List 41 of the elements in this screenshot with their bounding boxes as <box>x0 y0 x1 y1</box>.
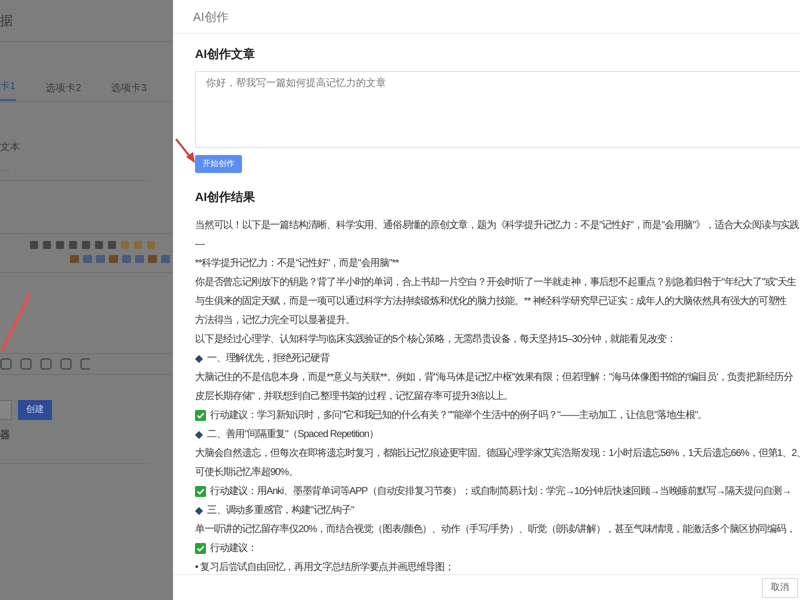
article-text: 与生俱来的固定天赋，而是一项可以通过科学方法持续锻炼和优化的脑力技能。** 神经科学研究早已证实：成年人的大脑依然具有强大的可塑性 <box>195 294 787 309</box>
article-text: 三、调动多重感官，构建"记忆钩子" <box>207 504 354 518</box>
checkmark-icon <box>195 543 206 554</box>
article-text: 当然可以！以下是一篇结构清晰、科学实用、通俗易懂的原创文章，题为《科学提升记忆力：不是"记性好"，而是"会用脑"》，适合大众阅读与实践 <box>195 218 799 233</box>
cancel-button[interactable]: 取消 <box>762 578 798 598</box>
article-text: 可使长期记忆率超90%。 <box>195 466 298 480</box>
tab[interactable]: 选项卡2 <box>46 81 82 101</box>
tab[interactable]: 选项卡3 <box>111 81 147 101</box>
article-text: 行动建议：学习新知识时，多问"它和我已知的什么有关？""能举个生活中的例子吗？"——主动加工，让信息"落地生根"。 <box>210 408 708 423</box>
article-text: 二、善用"间隔重复"（Spaced Repetition） <box>207 428 378 442</box>
field-label: 器 <box>0 428 10 443</box>
article-text: 行动建议： <box>210 542 258 556</box>
annotation-arrow-drawing <box>175 138 197 164</box>
section-heading: AI创作结果 <box>195 189 255 206</box>
diamond-icon <box>195 354 203 362</box>
article-text: — <box>195 238 204 252</box>
article-text: 大脑记住的不是信息本身，而是**意义与关联**。例如，背"海马体是记忆中枢"效果有限；但若理解："海马体像图书馆的'编目员'，负责把新经历分 <box>195 370 794 385</box>
text-field[interactable]: … <box>0 161 150 181</box>
drawer-title: AI创作 <box>193 8 228 26</box>
article-text: 单一听讲的记忆留存率仅20%，而结合视觉（图表/颜色）、动作（手写/手势）、听觉（朗读/讲解），甚至气味/情境，能激活多个脑区协同编码， <box>195 522 796 537</box>
article-text: 以下是经过心理学、认知科学与临床实践验证的5个核心策略，无需昂贵设备，每天坚持15–30分钟，就能看见改变： <box>195 332 676 347</box>
section-heading: AI创作文章 <box>195 46 255 63</box>
article-text: 你是否曾忘记刚放下的钥匙？背了半小时的单词，合上书却一片空白？开会时听了一半就走神，事后想不起重点？别急着归咎于"年纪大了"或"天生 <box>195 276 796 290</box>
article-text: • 复习后尝试自由回忆，再用文字总结所学要点并画思维导图； <box>195 560 454 575</box>
tab[interactable]: 卡1 <box>0 79 16 101</box>
article-text: 一、理解优先，拒绝死记硬背 <box>207 352 330 366</box>
form-button[interactable]: 创建 <box>18 400 52 420</box>
field-label: 文本 <box>0 140 21 155</box>
checkmark-icon <box>195 410 206 421</box>
diamond-icon <box>195 506 203 514</box>
blank-button[interactable] <box>0 400 12 420</box>
article-text: 皮层长期存储"，并联想到自己整理书架的过程，记忆留存率可提升3倍以上。 <box>195 390 514 404</box>
article-text: 方法得当，记忆力完全可以显著提升。 <box>195 314 355 328</box>
diamond-icon <box>195 430 203 438</box>
start-button[interactable]: 开始创作 <box>195 155 242 173</box>
article-text: 行动建议：用Anki、墨墨背单词等APP（自动安排复习节奏）；或自制简易计划：学完→10分钟后快速回顾→当晚睡前默写→隔天提问自测→ <box>210 484 791 499</box>
prompt-textarea[interactable]: 你好，帮我写一篇如何提高记忆力的文章 <box>195 71 800 148</box>
article-text: 大脑会自然遗忘，但每次在即将遗忘时复习，都能让记忆痕迹更牢固。德国心理学家艾宾浩斯发现：1小时后遗忘56%，1天后遗忘66%，但第1、2、 <box>195 446 800 461</box>
page-title: 据 <box>0 12 13 30</box>
article-text: **科学提升记忆力：不是"记性好"，而是"会用脑"** <box>195 256 399 271</box>
checkmark-icon <box>195 486 206 497</box>
